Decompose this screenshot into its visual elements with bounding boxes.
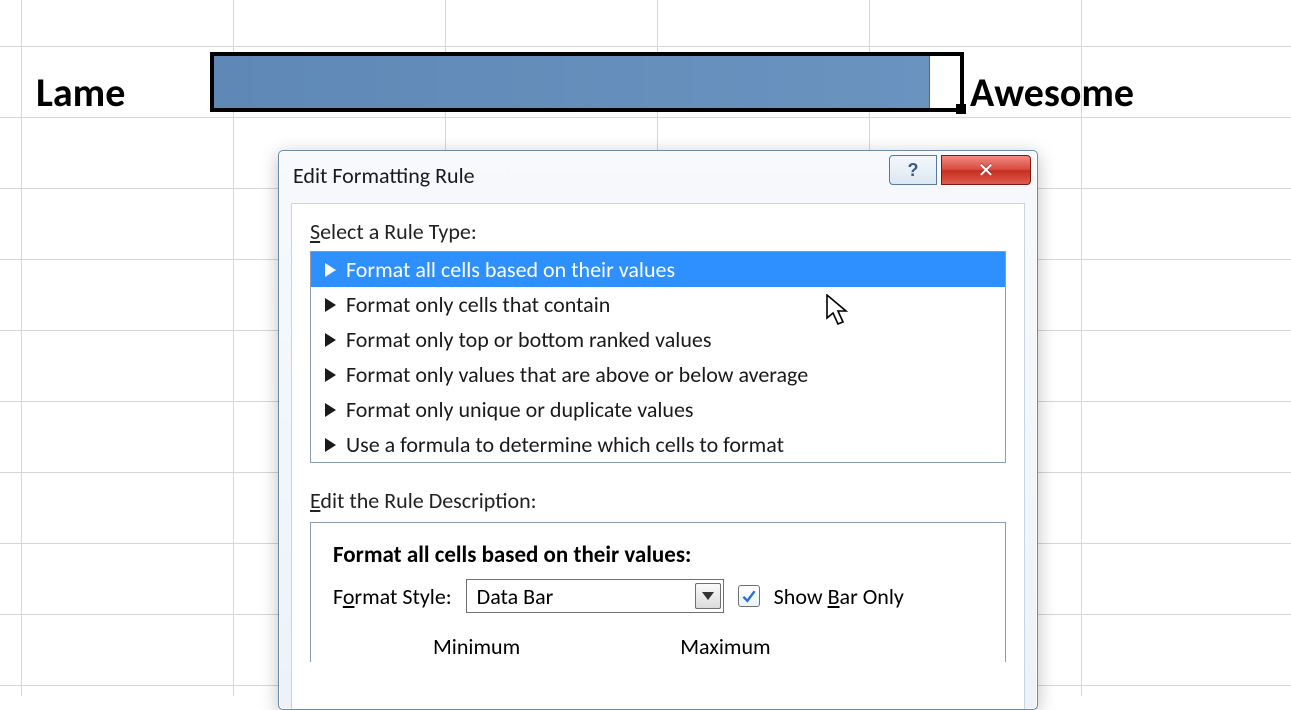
- triangle-icon: [325, 333, 336, 347]
- maximum-column-label: Maximum: [680, 633, 770, 660]
- select-rule-type-label: Select a Rule Type:: [310, 218, 1006, 245]
- min-max-header-row: Minimum Maximum: [333, 633, 983, 660]
- edit-formatting-rule-dialog: Edit Formatting Rule ? ✕ Select a Rule T…: [278, 150, 1038, 710]
- rule-type-list[interactable]: Format all cells based on their values F…: [310, 251, 1006, 463]
- rule-type-item-label: Format only unique or duplicate values: [346, 396, 694, 423]
- triangle-icon: [325, 263, 336, 277]
- format-style-combobox[interactable]: Data Bar: [466, 579, 724, 613]
- close-icon: ✕: [978, 158, 995, 183]
- show-bar-only-label: Show Bar Only: [774, 583, 904, 610]
- triangle-icon: [325, 438, 336, 452]
- format-style-value: Data Bar: [477, 583, 554, 610]
- rule-type-item-unique[interactable]: Format only unique or duplicate values: [311, 392, 1005, 427]
- format-style-label: Format Style:: [333, 583, 452, 610]
- rule-type-item-label: Use a formula to determine which cells t…: [346, 431, 784, 458]
- format-style-row: Format Style: Data Bar Show Bar Only: [333, 579, 983, 613]
- check-icon: [741, 588, 757, 604]
- close-button[interactable]: ✕: [941, 155, 1031, 185]
- triangle-icon: [325, 298, 336, 312]
- rule-type-item-average[interactable]: Format only values that are above or bel…: [311, 357, 1005, 392]
- edit-rule-description-label: Edit the Rule Description:: [310, 487, 1006, 514]
- databar-cell[interactable]: [210, 52, 964, 112]
- rule-type-item-label: Format only values that are above or bel…: [346, 361, 808, 388]
- window-buttons: ? ✕: [885, 155, 1031, 185]
- gridline-h: [0, 46, 1291, 47]
- gridline-h: [0, 117, 1291, 118]
- dialog-title: Edit Formatting Rule: [293, 162, 475, 189]
- rule-type-item-label: Format all cells based on their values: [346, 256, 675, 283]
- cell-right-label[interactable]: Awesome: [970, 68, 1134, 117]
- selection-handle[interactable]: [956, 104, 966, 114]
- rule-type-item-label: Format only cells that contain: [346, 291, 610, 318]
- dropdown-button[interactable]: [695, 583, 721, 609]
- rule-description-panel: Format all cells based on their values: …: [310, 522, 1006, 662]
- dialog-titlebar[interactable]: Edit Formatting Rule ? ✕: [279, 151, 1037, 199]
- chevron-down-icon: [702, 592, 714, 600]
- rule-type-item-contain[interactable]: Format only cells that contain: [311, 287, 1005, 322]
- rule-description-heading: Format all cells based on their values:: [333, 541, 983, 569]
- help-icon: ?: [908, 160, 919, 181]
- rule-type-item-formula[interactable]: Use a formula to determine which cells t…: [311, 427, 1005, 462]
- databar-fill: [214, 56, 930, 108]
- dialog-body: Select a Rule Type: Format all cells bas…: [291, 203, 1025, 709]
- minimum-column-label: Minimum: [433, 633, 520, 660]
- cell-left-label[interactable]: Lame: [36, 68, 125, 117]
- show-bar-only-checkbox[interactable]: [738, 585, 760, 607]
- rule-type-item-label: Format only top or bottom ranked values: [346, 326, 711, 353]
- triangle-icon: [325, 403, 336, 417]
- rule-type-item-values[interactable]: Format all cells based on their values: [311, 252, 1005, 287]
- triangle-icon: [325, 368, 336, 382]
- help-button[interactable]: ?: [889, 155, 937, 185]
- rule-type-item-top-bottom[interactable]: Format only top or bottom ranked values: [311, 322, 1005, 357]
